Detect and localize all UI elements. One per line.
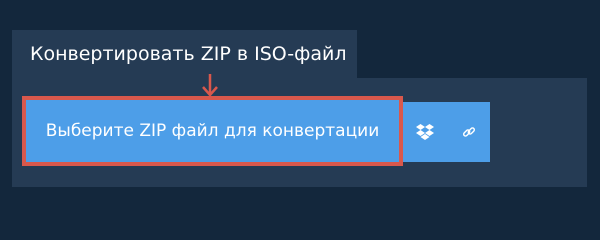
- arrow-down-icon: [202, 74, 218, 97]
- converter-tab-title: Конвертировать ZIP в ISO-файл: [12, 30, 357, 78]
- link-icon: [462, 127, 475, 137]
- choose-file-button[interactable]: Выберите ZIP файл для конвертации: [26, 100, 399, 162]
- dropbox-button[interactable]: [403, 102, 447, 162]
- link-button[interactable]: [447, 102, 490, 162]
- dropbox-icon: [416, 124, 434, 140]
